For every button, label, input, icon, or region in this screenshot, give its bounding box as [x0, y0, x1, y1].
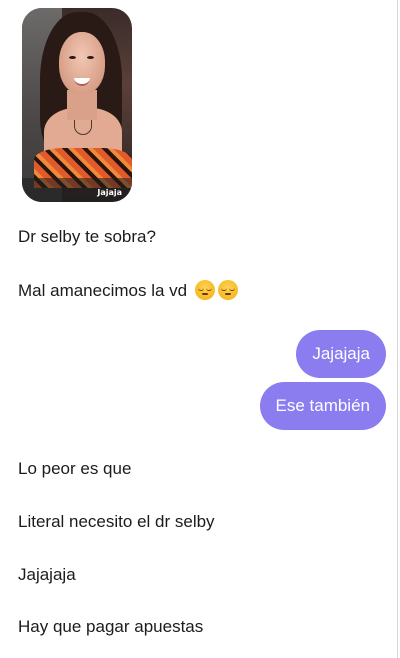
pensive-face-icon: [194, 280, 215, 300]
message-text: Ese también: [275, 396, 371, 415]
photo-neck: [67, 90, 97, 120]
message-text: Hay que pagar apuestas: [18, 617, 204, 636]
photo-eye-left: [69, 56, 76, 59]
incoming-message[interactable]: Mal amanecimos la vd: [18, 280, 238, 301]
message-text: Dr selby te sobra?: [18, 227, 156, 246]
photo-caption: Jajaja: [97, 188, 122, 197]
incoming-message[interactable]: Literal necesito el dr selby: [18, 512, 215, 532]
message-text: Jajajaja: [312, 344, 370, 363]
incoming-message[interactable]: Jajajaja: [18, 565, 76, 585]
chat-thread: Jajaja Dr selby te sobra? Mal amanecimos…: [0, 0, 398, 658]
message-text: Lo peor es que: [18, 459, 132, 478]
incoming-message[interactable]: Hay que pagar apuestas: [18, 617, 203, 637]
incoming-message[interactable]: Lo peor es que: [18, 459, 131, 479]
photo-message[interactable]: Jajaja: [22, 8, 132, 202]
photo-eye-right: [87, 56, 94, 59]
message-text: Mal amanecimos la vd: [18, 281, 188, 300]
message-text: Literal necesito el dr selby: [18, 512, 215, 531]
pensive-face-icon: [217, 280, 238, 300]
incoming-message[interactable]: Dr selby te sobra?: [18, 227, 156, 247]
outgoing-message[interactable]: Ese también: [259, 382, 386, 430]
message-text: Jajajaja: [18, 565, 76, 584]
outgoing-message[interactable]: Jajajaja: [296, 330, 386, 378]
